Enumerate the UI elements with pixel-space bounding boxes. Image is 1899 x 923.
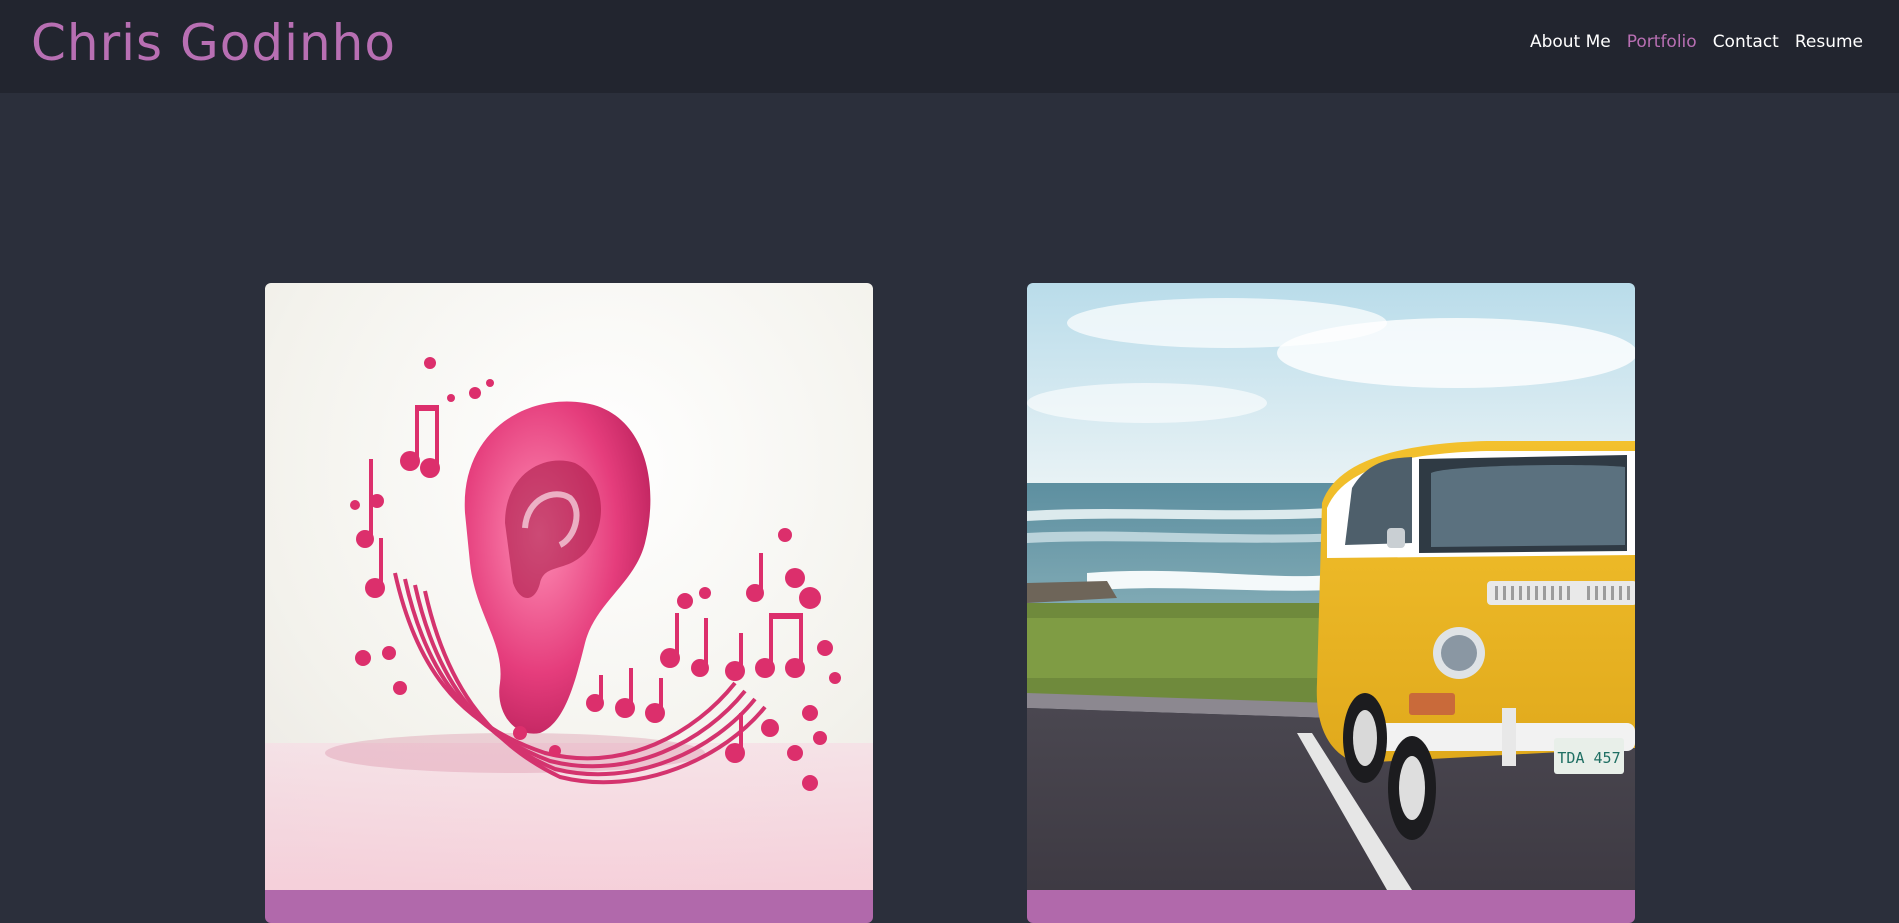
portfolio-card-music[interactable] <box>265 283 873 923</box>
card-caption-bar <box>1027 890 1635 923</box>
portfolio-card-van[interactable]: TDA 457 <box>1027 283 1635 923</box>
main-nav: About Me Portfolio Contact Resume <box>1530 31 1863 53</box>
nav-resume[interactable]: Resume <box>1795 31 1863 53</box>
site-header: Chris Godinho About Me Portfolio Contact… <box>0 0 1899 93</box>
project-image-yellow-van: TDA 457 <box>1027 283 1635 890</box>
nav-contact[interactable]: Contact <box>1713 31 1779 53</box>
nav-about-me[interactable]: About Me <box>1530 31 1611 53</box>
license-plate-text: TDA 457 <box>1557 749 1620 767</box>
card-caption-bar <box>265 890 873 923</box>
site-brand[interactable]: Chris Godinho <box>31 11 396 75</box>
project-image-ear-music <box>265 283 873 890</box>
nav-portfolio[interactable]: Portfolio <box>1627 31 1697 53</box>
